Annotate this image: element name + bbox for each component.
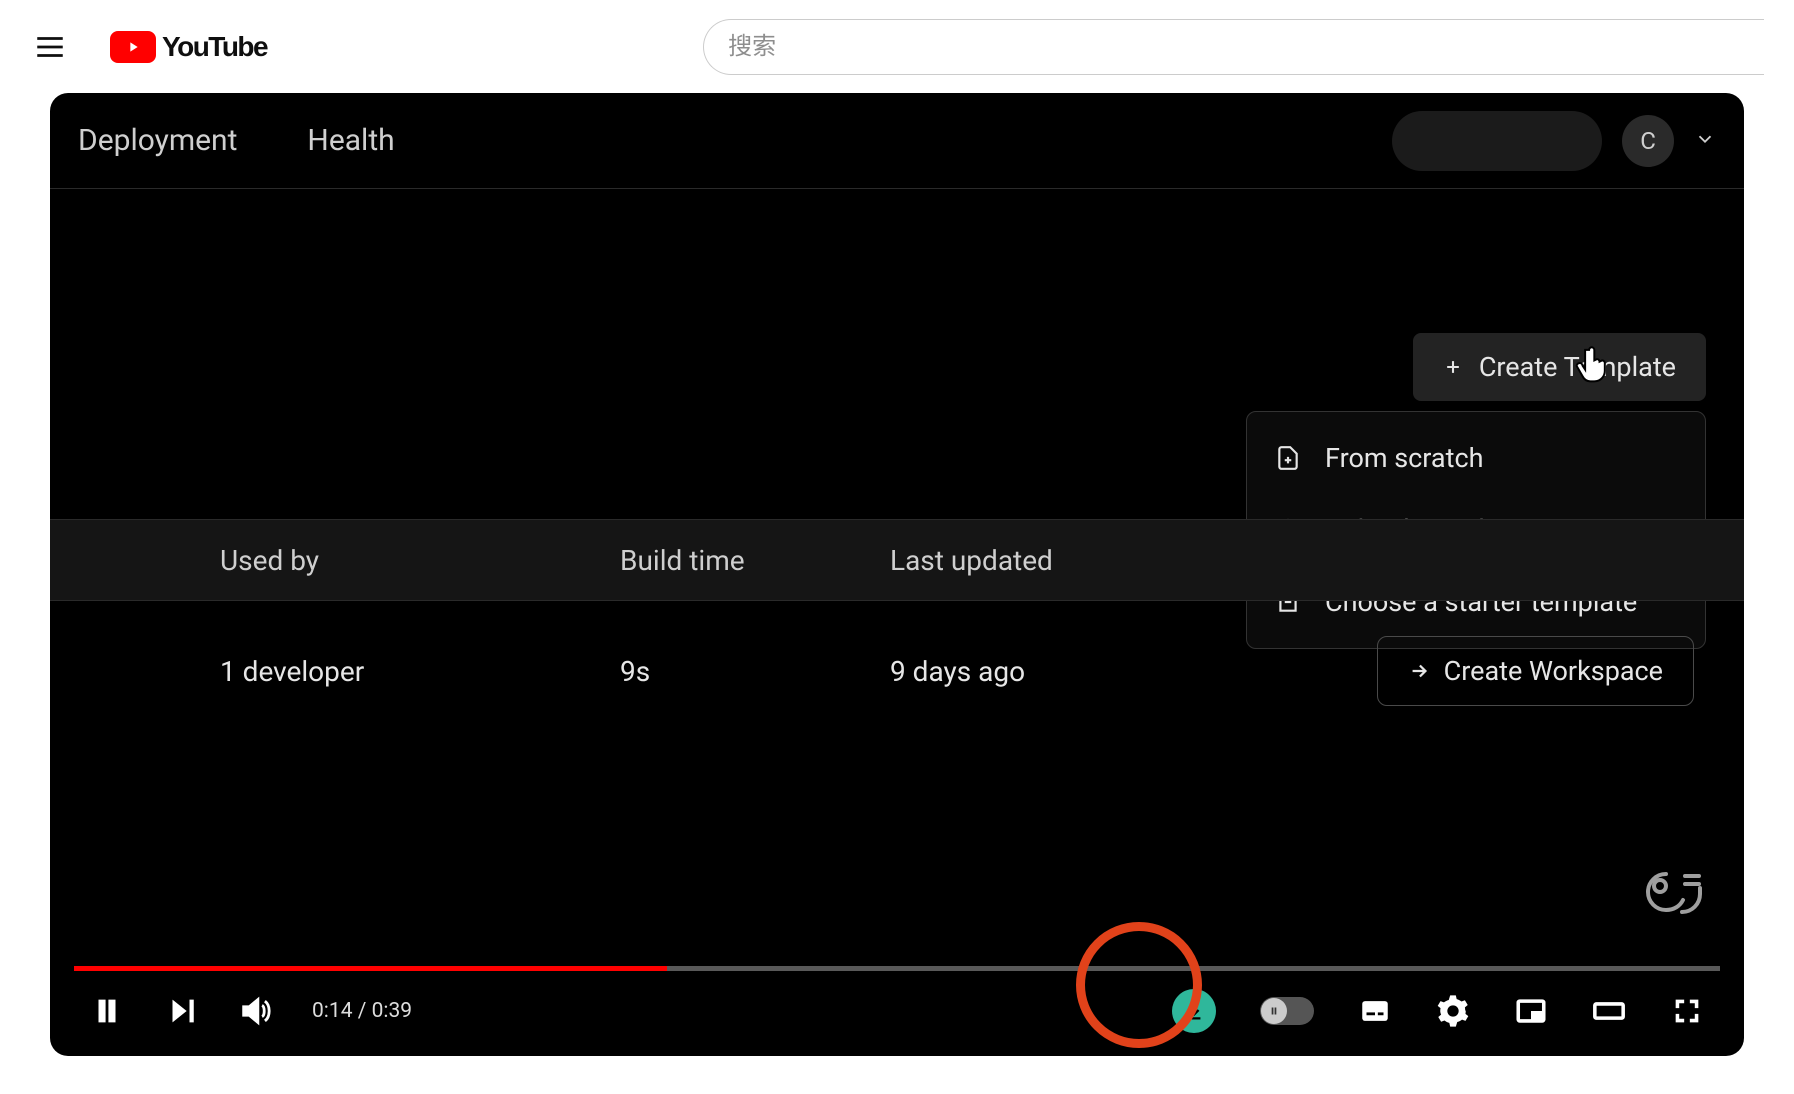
duration: 0:39 [372, 999, 413, 1023]
fullscreen-icon [1670, 994, 1704, 1028]
pause-icon [90, 994, 124, 1028]
subtitles-icon [1358, 994, 1392, 1028]
volume-button[interactable] [238, 994, 272, 1028]
volume-icon [238, 994, 272, 1028]
create-template-label: Create Template [1479, 351, 1676, 383]
table-row: 1 developer 9s 9 days ago Create Workspa… [50, 601, 1744, 741]
app-topbar-right: C [1392, 111, 1716, 171]
search-container [703, 19, 1764, 75]
pause-button[interactable] [90, 994, 124, 1028]
theater-button[interactable] [1592, 994, 1626, 1028]
coder-logo-icon [1630, 864, 1710, 924]
search-pill[interactable] [1392, 111, 1602, 171]
controls-right [1172, 989, 1704, 1033]
progress-played [74, 966, 667, 971]
youtube-header: YouTube [0, 0, 1794, 93]
cell-last-updated: 9 days ago [890, 655, 1290, 688]
user-avatar[interactable]: C [1622, 115, 1674, 167]
youtube-logo-text: YouTube [162, 31, 267, 63]
time-display: 0:14 / 0:39 [312, 999, 412, 1023]
table-header-row: Used by Build time Last updated [50, 519, 1744, 601]
current-time: 0:14 [312, 999, 353, 1023]
search-input[interactable] [728, 33, 1740, 61]
download-icon [1183, 1000, 1205, 1022]
nav-deployment[interactable]: Deployment [78, 123, 237, 158]
col-header-used-by: Used by [220, 544, 620, 577]
player-controls: 0:14 / 0:39 [50, 976, 1744, 1056]
file-plus-icon [1275, 445, 1301, 471]
create-template-button[interactable]: Create Template [1413, 333, 1706, 401]
miniplayer-button[interactable] [1514, 994, 1548, 1028]
cell-build-time: 9s [620, 655, 890, 688]
chevron-down-icon[interactable] [1694, 123, 1716, 158]
miniplayer-icon [1514, 994, 1548, 1028]
video-content: Deployment Health C Create Template [50, 93, 1744, 946]
col-header-build-time: Build time [620, 544, 890, 577]
pause-small-icon [1267, 1004, 1281, 1018]
skip-next-icon [164, 994, 198, 1028]
progress-bar[interactable] [74, 966, 1720, 971]
menu-icon[interactable] [30, 27, 70, 67]
create-workspace-button[interactable]: Create Workspace [1377, 636, 1694, 706]
download-button[interactable] [1172, 989, 1216, 1033]
next-button[interactable] [164, 994, 198, 1028]
nav-health[interactable]: Health [307, 123, 394, 158]
controls-left: 0:14 / 0:39 [90, 994, 412, 1028]
create-workspace-label: Create Workspace [1444, 655, 1663, 687]
video-player: Deployment Health C Create Template [50, 93, 1744, 1056]
youtube-play-icon [110, 31, 156, 63]
app-topbar: Deployment Health C [50, 93, 1744, 189]
youtube-logo[interactable]: YouTube [110, 31, 267, 63]
col-header-last-updated: Last updated [890, 544, 1290, 577]
autoplay-toggle[interactable] [1260, 997, 1314, 1025]
gear-icon [1436, 994, 1470, 1028]
settings-button[interactable] [1436, 994, 1470, 1028]
app-nav: Deployment Health [78, 123, 395, 158]
autoplay-knob [1261, 998, 1287, 1024]
dropdown-from-scratch[interactable]: From scratch [1247, 422, 1705, 494]
avatar-initial: C [1640, 127, 1656, 155]
theater-icon [1592, 994, 1626, 1028]
fullscreen-button[interactable] [1670, 994, 1704, 1028]
arrow-right-icon [1408, 660, 1430, 682]
time-separator: / [358, 999, 372, 1023]
dropdown-from-scratch-label: From scratch [1325, 442, 1483, 474]
subtitles-button[interactable] [1358, 994, 1392, 1028]
cell-used-by: 1 developer [220, 655, 620, 688]
app-main: Create Template From scratch Upload temp… [50, 189, 1744, 219]
plus-icon [1443, 357, 1463, 377]
search-box[interactable] [703, 19, 1764, 75]
